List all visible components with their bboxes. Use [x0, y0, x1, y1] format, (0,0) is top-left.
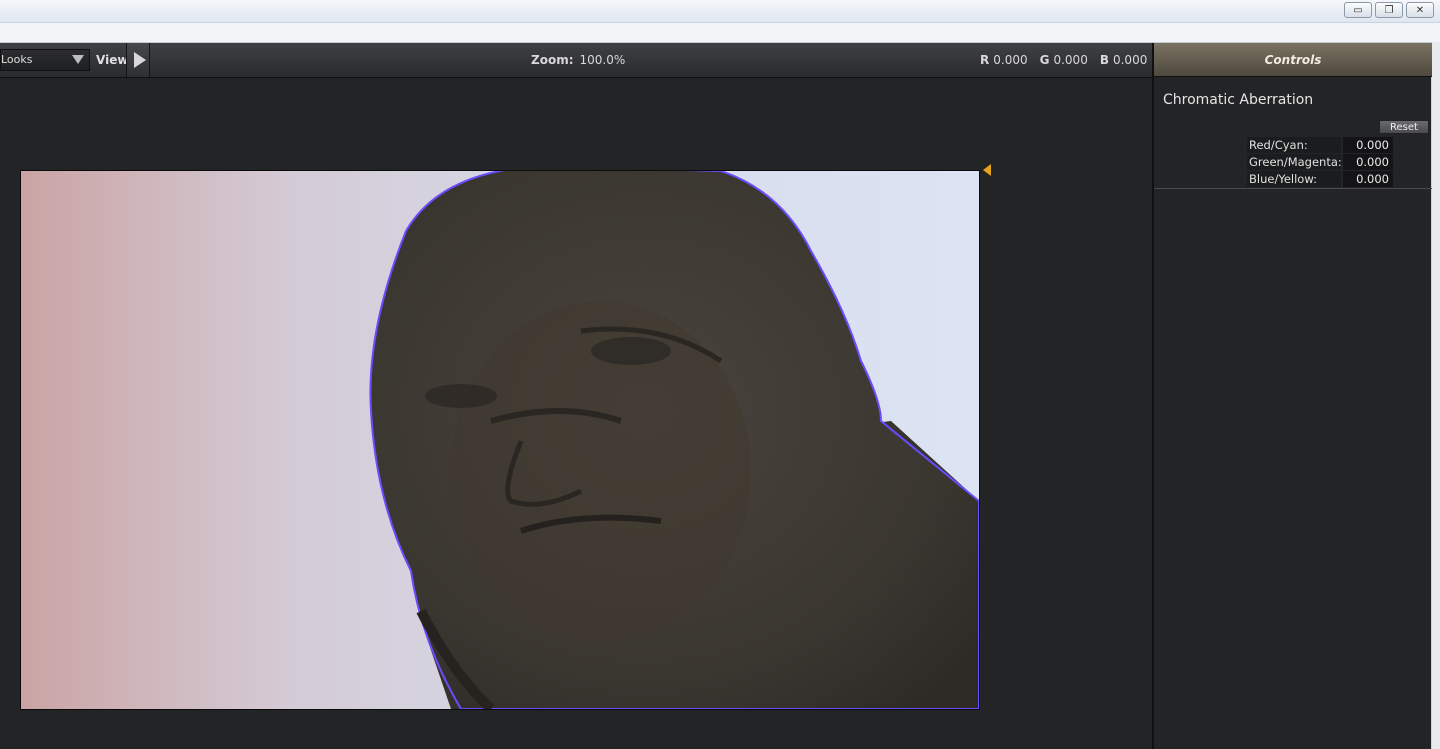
minimize-button[interactable]: ▭ [1344, 2, 1372, 18]
panel-separator [1154, 188, 1432, 189]
param-row-green-magenta: Green/Magenta: 0.000 [1247, 154, 1393, 170]
g-readout: G 0.000 [1040, 53, 1088, 67]
zoom-value: 100.0% [579, 53, 626, 67]
b-value: 0.000 [1112, 53, 1148, 67]
param-row-blue-yellow: Blue/Yellow: 0.000 [1247, 171, 1393, 187]
dropdown-arrow-icon [72, 55, 84, 64]
restore-button[interactable]: ❐ [1375, 2, 1403, 18]
zoom-readout: Zoom: 100.0% [531, 53, 625, 67]
play-icon [134, 52, 146, 68]
param-label: Blue/Yellow: [1247, 171, 1341, 187]
viewer-toolbar: Looks View Zoom: 100.0% R 0.000 G 0.000 B 0.… [0, 43, 1152, 78]
panel-divider[interactable] [1152, 43, 1154, 749]
g-label: G [1039, 53, 1050, 67]
r-readout: R 0.000 [980, 53, 1028, 67]
r-value: 0.000 [993, 53, 1028, 67]
close-button[interactable]: ✕ [1406, 2, 1434, 18]
play-button[interactable] [126, 43, 150, 77]
reset-button[interactable]: Reset [1379, 120, 1429, 134]
statue-photo [21, 171, 979, 709]
zoom-label: Zoom: [531, 53, 574, 67]
b-readout: B 0.000 [1100, 53, 1148, 67]
param-label: Green/Magenta: [1247, 154, 1342, 170]
red-cyan-value-field[interactable]: 0.000 [1343, 137, 1393, 153]
r-label: R [980, 53, 990, 67]
window-controls: ▭ ❐ ✕ [1344, 2, 1434, 18]
menubar [0, 23, 1440, 43]
green-magenta-value-field[interactable]: 0.000 [1343, 154, 1393, 170]
rgb-readout: R 0.000 G 0.000 B 0.000 [980, 53, 1147, 67]
controls-header: Controls [1154, 43, 1432, 77]
looks-dropdown-label: Looks [1, 53, 33, 66]
param-row-red-cyan: Red/Cyan: 0.000 [1247, 137, 1393, 153]
window-edge-strip [1431, 42, 1440, 749]
looks-dropdown[interactable]: Looks [0, 49, 90, 71]
param-label: Red/Cyan: [1247, 137, 1341, 153]
b-label: B [1099, 53, 1109, 67]
g-value: 0.000 [1053, 53, 1088, 67]
blue-yellow-value-field[interactable]: 0.000 [1343, 171, 1393, 187]
section-title: Chromatic Aberration [1163, 92, 1314, 108]
image-viewer[interactable] [20, 170, 980, 710]
window-titlebar: ▭ ❐ ✕ [0, 0, 1440, 23]
corner-marker-icon[interactable] [983, 164, 991, 176]
